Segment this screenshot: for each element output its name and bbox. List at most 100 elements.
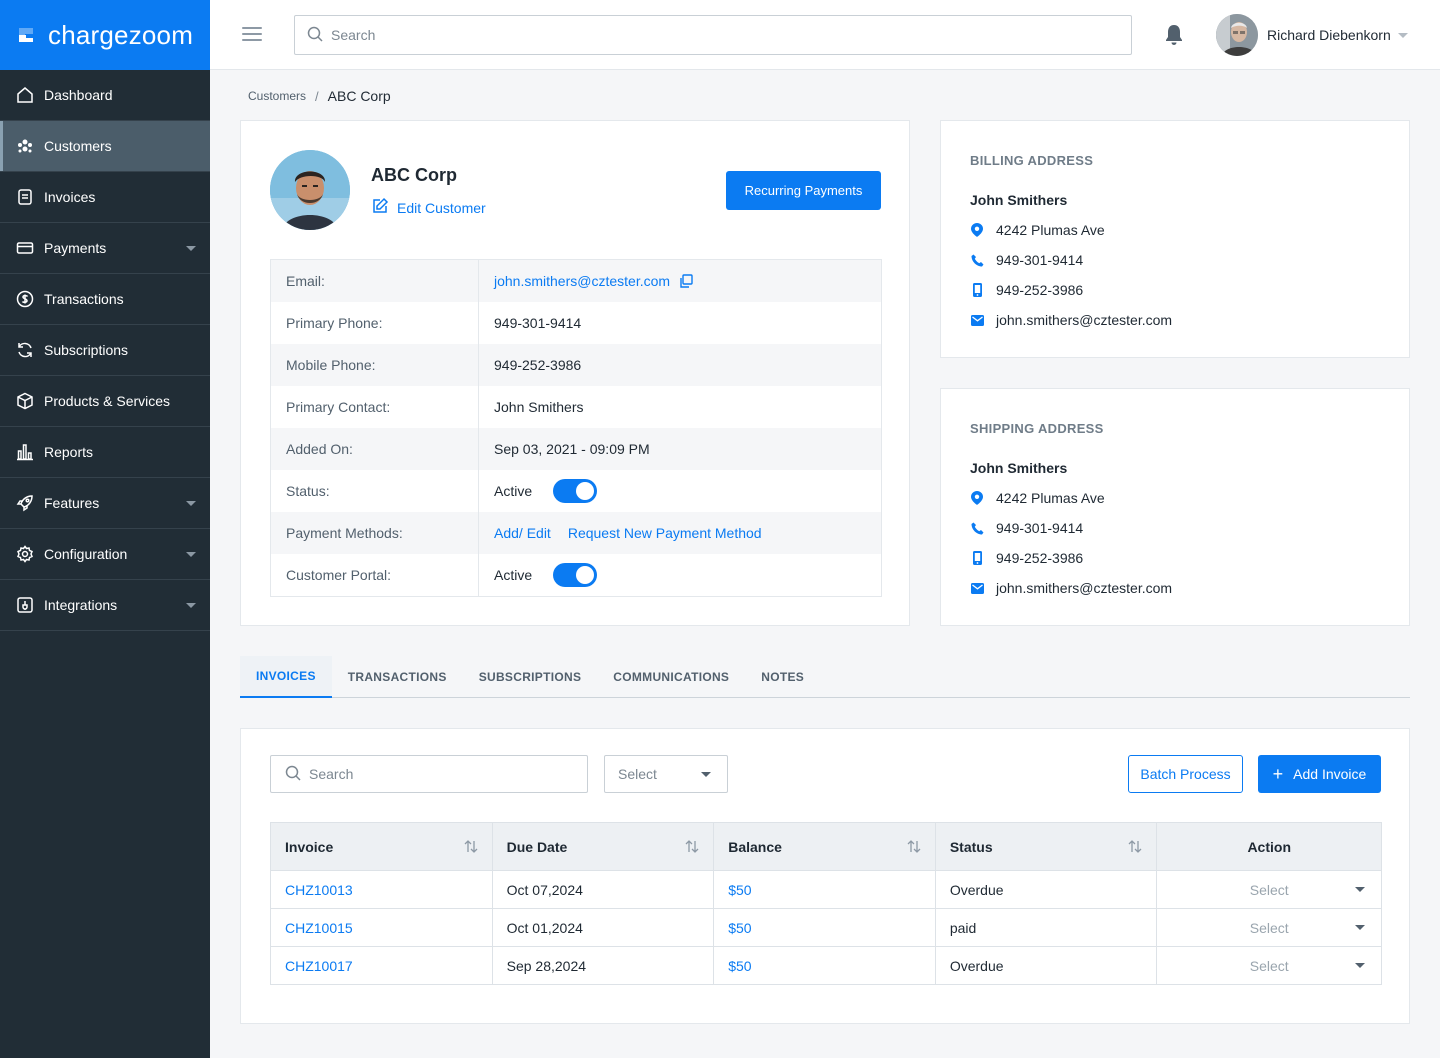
- invoice-link[interactable]: CHZ10017: [285, 958, 353, 974]
- brand-logo[interactable]: chargezoom: [0, 0, 210, 70]
- sidebar-item-label: Customers: [44, 138, 112, 154]
- billing-mobile-text: 949-252-3986: [996, 282, 1084, 298]
- sidebar-item-label: Features: [44, 495, 100, 511]
- chevron-down-icon: [701, 772, 711, 777]
- row-action-select[interactable]: Select: [1157, 947, 1381, 984]
- edit-customer-link[interactable]: Edit Customer: [371, 197, 486, 218]
- location-pin-icon: [970, 491, 984, 505]
- tab-subscriptions[interactable]: SUBSCRIPTIONS: [463, 656, 598, 698]
- top-header: Richard Diebenkorn: [210, 0, 1440, 70]
- info-label: Primary Contact:: [271, 386, 479, 428]
- info-label: Email:: [271, 260, 479, 302]
- invoice-link[interactable]: CHZ10013: [285, 882, 353, 898]
- shipping-street: 4242 Plumas Ave: [970, 490, 1105, 506]
- billing-phone: 949-301-9414: [970, 252, 1083, 268]
- sidebar-item-products-services[interactable]: Products & Services: [0, 376, 210, 427]
- row-action-select[interactable]: Select: [1157, 909, 1381, 946]
- edit-customer-label: Edit Customer: [397, 199, 486, 216]
- sidebar-item-transactions[interactable]: Transactions: [0, 274, 210, 325]
- batch-process-button[interactable]: Batch Process: [1128, 755, 1243, 793]
- sidebar-item-label: Dashboard: [44, 87, 113, 103]
- column-label: Action: [1247, 838, 1291, 855]
- sort-icon[interactable]: [907, 840, 921, 856]
- row-action-select[interactable]: Select: [1157, 871, 1381, 908]
- mail-icon: [970, 314, 984, 326]
- info-value: Active: [479, 479, 598, 503]
- billing-email: john.smithers@cztester.com: [970, 312, 1172, 328]
- user-avatar[interactable]: [1216, 14, 1258, 56]
- balance-link[interactable]: $50: [728, 920, 751, 936]
- home-icon: [16, 86, 34, 104]
- rocket-icon: [16, 494, 34, 512]
- info-value: 949-252-3986: [494, 357, 582, 373]
- invoice-search[interactable]: [270, 755, 588, 793]
- row-action-value: Select: [1249, 957, 1289, 974]
- info-value: Active: [479, 563, 598, 587]
- table-row: CHZ10017 Sep 28,2024 $50 Overdue Select: [271, 946, 1381, 984]
- recurring-payments-button[interactable]: Recurring Payments: [726, 171, 881, 210]
- sidebar-item-configuration[interactable]: Configuration: [0, 529, 210, 580]
- info-row-primary-phone: Primary Phone: 949-301-9414: [271, 302, 881, 344]
- tab-communications[interactable]: COMMUNICATIONS: [597, 656, 745, 698]
- billing-street: 4242 Plumas Ave: [970, 222, 1105, 238]
- sidebar-item-reports[interactable]: Reports: [0, 427, 210, 478]
- invoice-link[interactable]: CHZ10015: [285, 920, 353, 936]
- status-value: Active: [494, 483, 533, 499]
- hamburger-menu-icon[interactable]: [242, 27, 262, 43]
- sort-icon[interactable]: [1128, 840, 1142, 856]
- request-payment-method-link[interactable]: Request New Payment Method: [568, 525, 762, 541]
- invoice-filter-select[interactable]: Select: [604, 755, 728, 793]
- tab-invoices[interactable]: INVOICES: [240, 656, 332, 698]
- global-search[interactable]: [294, 15, 1132, 55]
- shipping-phone-text: 949-301-9414: [996, 520, 1084, 536]
- sidebar-item-customers[interactable]: Customers: [0, 121, 210, 172]
- column-label: Due Date: [506, 838, 568, 855]
- user-name[interactable]: Richard Diebenkorn: [1267, 27, 1391, 43]
- column-header-invoice[interactable]: Invoice: [271, 823, 493, 870]
- box-icon: [16, 392, 34, 410]
- sidebar-item-payments[interactable]: Payments: [0, 223, 210, 274]
- column-header-due-date[interactable]: Due Date: [493, 823, 715, 870]
- balance-link[interactable]: $50: [728, 882, 751, 898]
- users-icon: [16, 137, 34, 155]
- status-toggle[interactable]: [553, 479, 598, 503]
- shipping-address-title: SHIPPING ADDRESS: [970, 421, 1104, 436]
- mobile-icon: [970, 551, 984, 565]
- sidebar-item-dashboard[interactable]: Dashboard: [0, 70, 210, 121]
- sort-icon[interactable]: [464, 840, 478, 856]
- tab-notes[interactable]: NOTES: [745, 656, 820, 698]
- sort-icon[interactable]: [685, 840, 699, 856]
- chevron-down-icon: [186, 552, 196, 557]
- email-link[interactable]: john.smithers@cztester.com: [494, 273, 670, 289]
- tab-transactions[interactable]: TRANSACTIONS: [332, 656, 463, 698]
- invoice-status: Overdue: [949, 881, 1004, 898]
- chevron-down-icon[interactable]: [1398, 33, 1408, 38]
- customer-portal-toggle[interactable]: [553, 563, 598, 587]
- balance-link[interactable]: $50: [728, 958, 751, 974]
- info-label: Status:: [271, 470, 479, 512]
- breadcrumb-customers[interactable]: Customers: [248, 89, 306, 103]
- shipping-address-card: SHIPPING ADDRESS John Smithers 4242 Plum…: [940, 388, 1410, 626]
- sidebar-item-label: Payments: [44, 240, 107, 256]
- sidebar-item-subscriptions[interactable]: Subscriptions: [0, 325, 210, 376]
- column-header-balance[interactable]: Balance: [714, 823, 936, 870]
- sidebar-item-features[interactable]: Features: [0, 478, 210, 529]
- global-search-input[interactable]: [331, 27, 1091, 43]
- column-header-status[interactable]: Status: [936, 823, 1158, 870]
- info-value: John Smithers: [494, 399, 584, 415]
- sidebar-nav: Dashboard Customers Invoices Payments Tr…: [0, 70, 210, 631]
- notification-bell-icon[interactable]: [1164, 24, 1184, 49]
- add-invoice-button[interactable]: + Add Invoice: [1258, 755, 1381, 793]
- info-row-primary-contact: Primary Contact: John Smithers: [271, 386, 881, 428]
- sidebar-item-invoices[interactable]: Invoices: [0, 172, 210, 223]
- plug-icon: [16, 596, 34, 614]
- billing-address-title: BILLING ADDRESS: [970, 153, 1094, 168]
- copy-icon[interactable]: [679, 274, 693, 288]
- search-icon: [307, 26, 323, 45]
- sidebar-item-label: Configuration: [44, 546, 128, 562]
- edit-icon: [371, 197, 397, 218]
- invoice-search-input[interactable]: [309, 766, 579, 782]
- sidebar-item-integrations[interactable]: Integrations: [0, 580, 210, 631]
- phone-icon: [970, 522, 984, 535]
- add-edit-payment-link[interactable]: Add/ Edit: [494, 525, 551, 541]
